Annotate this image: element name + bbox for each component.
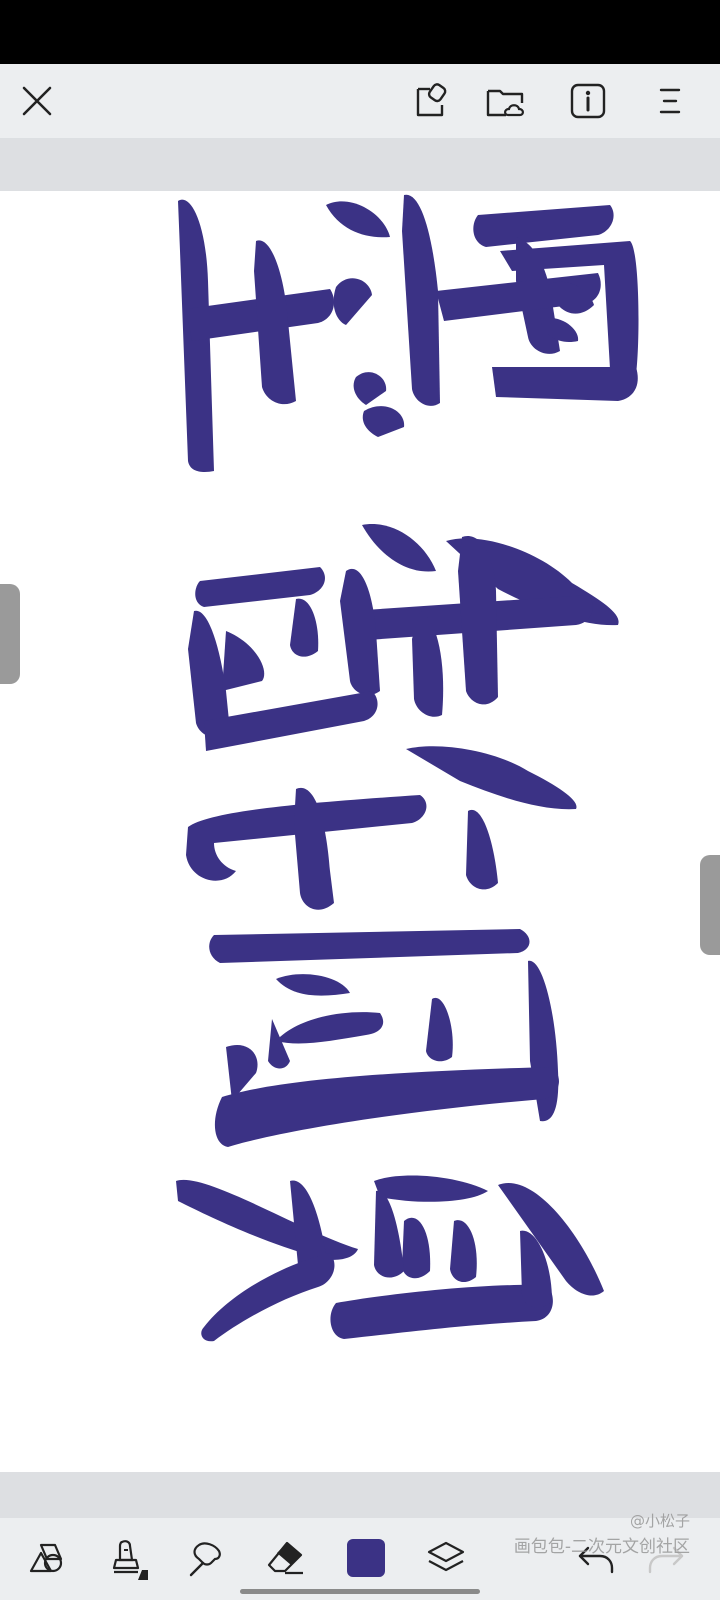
share-button[interactable]: [406, 77, 454, 125]
menu-icon: [659, 88, 681, 114]
right-panel-handle[interactable]: [700, 855, 720, 955]
watermark-site: 画包包-二次元文创社区: [513, 1537, 690, 1557]
canvas-top-band: [0, 139, 720, 191]
home-indicator[interactable]: [240, 1589, 480, 1594]
share-icon: [416, 83, 447, 117]
brush-icon: [112, 1540, 148, 1580]
eraser-button[interactable]: [260, 1532, 312, 1584]
eraser-icon: [267, 1541, 303, 1575]
menu-button[interactable]: [646, 77, 694, 125]
layers-icon: [427, 1541, 465, 1572]
watermark-handle: @小松子: [629, 1512, 690, 1530]
shapes-icon: [29, 1543, 63, 1573]
color-button[interactable]: [340, 1532, 392, 1584]
left-panel-handle[interactable]: [0, 584, 20, 684]
info-icon: [570, 83, 606, 119]
smudge-icon: [189, 1542, 221, 1577]
cloud-folder-icon: [486, 89, 524, 117]
smudge-button[interactable]: [180, 1532, 232, 1584]
close-button[interactable]: [13, 77, 61, 125]
brush-button[interactable]: [100, 1532, 152, 1584]
layers-button[interactable]: [420, 1532, 472, 1584]
bottom-toolbar: @小松子 画包包-二次元文创社区: [0, 1512, 720, 1600]
canvas-bottom-band: [0, 1472, 720, 1518]
status-bar: [0, 0, 720, 64]
top-toolbar: [0, 64, 720, 139]
close-icon: [22, 86, 52, 116]
shapes-button[interactable]: [20, 1532, 72, 1584]
cloud-folder-button[interactable]: [482, 77, 530, 125]
info-button[interactable]: [564, 77, 612, 125]
calligraphy-strokes: [176, 194, 639, 1342]
color-swatch: [347, 1539, 385, 1577]
drawing-canvas[interactable]: [0, 191, 720, 1472]
